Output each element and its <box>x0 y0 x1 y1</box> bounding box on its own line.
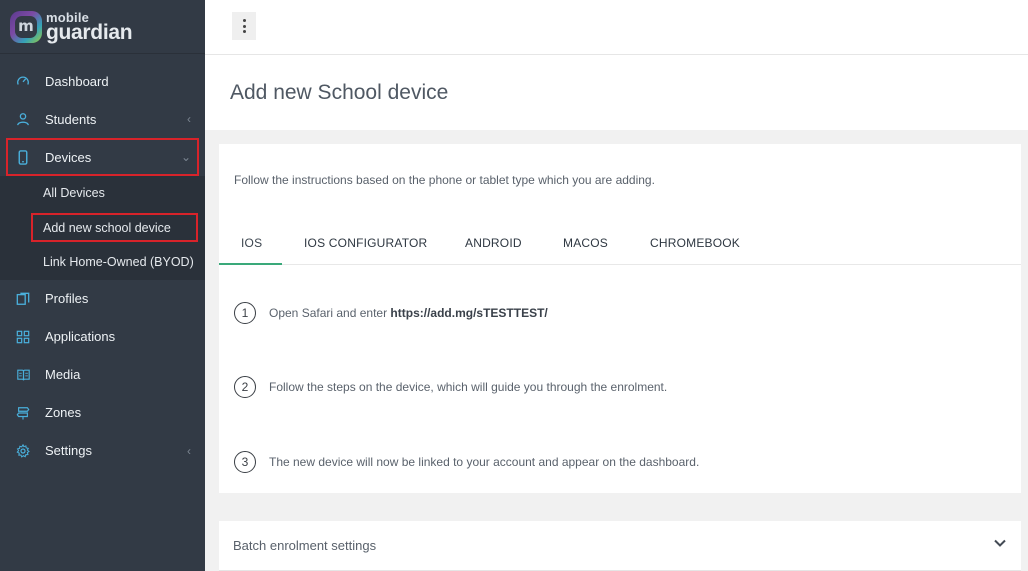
step-text: The new device will now be linked to you… <box>269 455 700 469</box>
sidebar-item-label: Zones <box>45 405 82 420</box>
chevron-down-icon: ⌄ <box>180 150 191 164</box>
tab-ios[interactable]: IOS <box>241 236 262 250</box>
submenu-item-all-devices[interactable]: All Devices <box>0 176 205 211</box>
batch-enrolment-label: Batch enrolment settings <box>233 538 377 553</box>
gear-settings-icon <box>15 443 31 459</box>
top-bar <box>205 0 1028 55</box>
sidebar-item-applications[interactable]: Applications <box>0 318 205 356</box>
intro-text: Follow the instructions based on the pho… <box>234 173 655 187</box>
step-item: 3 The new device will now be linked to y… <box>234 451 699 473</box>
submenu-item-add-new-school-device[interactable]: Add new school device <box>0 211 205 246</box>
student-user-icon <box>15 111 31 127</box>
sidebar-item-dashboard[interactable]: Dashboard <box>0 62 205 100</box>
batch-enrolment-panel[interactable]: Batch enrolment settings <box>219 521 1021 571</box>
submenu-label: All Devices <box>43 186 105 201</box>
sidebar-item-label: Applications <box>45 329 116 344</box>
chevron-left-icon: ‹ <box>187 112 191 126</box>
tab-chromebook[interactable]: CHROMEBOOK <box>650 236 740 250</box>
enrolment-url[interactable]: https://add.mg/sTESTTEST/ <box>390 306 547 320</box>
dashboard-gauge-icon <box>15 73 31 89</box>
device-type-tabs: IOS IOS CONFIGURATOR ANDROID MACOS CHROM… <box>219 224 1021 265</box>
sidebar-item-label: Students <box>45 111 97 127</box>
chevron-down-icon[interactable] <box>993 536 1007 550</box>
sidebar-item-label: Devices <box>45 149 92 165</box>
book-media-icon <box>15 367 31 383</box>
step-number: 2 <box>234 376 256 398</box>
profiles-copy-icon <box>15 291 31 307</box>
step-text: Follow the steps on the device, which wi… <box>269 380 668 394</box>
page-header: Add new School device <box>205 55 1028 130</box>
active-tab-indicator <box>219 263 282 265</box>
sidebar-item-label: Profiles <box>45 291 89 306</box>
step-item: 2 Follow the steps on the device, which … <box>234 376 667 398</box>
sidebar-item-devices[interactable]: Devices ⌄ <box>6 138 199 176</box>
devices-submenu: All Devices Add new school device Link H… <box>0 176 205 280</box>
step-number: 3 <box>234 451 256 473</box>
sidebar-item-label: Media <box>45 367 81 382</box>
submenu-item-link-byod[interactable]: Link Home-Owned (BYOD) <box>0 245 205 280</box>
step-item: 1 Open Safari and enter https://add.mg/s… <box>234 302 548 324</box>
instructions-card: Follow the instructions based on the pho… <box>219 144 1021 493</box>
logo-mark-icon: m <box>10 10 42 43</box>
step-text: Open Safari and enter https://add.mg/sTE… <box>269 306 548 320</box>
kebab-icon <box>242 18 246 34</box>
page-title: Add new School device <box>230 81 449 104</box>
submenu-label: Link Home-Owned (BYOD) <box>43 255 194 270</box>
tab-macos[interactable]: MACOS <box>563 236 608 250</box>
sidebar-item-students[interactable]: Students ‹ <box>0 100 205 138</box>
signpost-zones-icon <box>15 405 31 421</box>
sidebar-item-label: Settings <box>45 443 92 458</box>
brand-logo[interactable]: m mobile guardian <box>0 0 205 54</box>
tab-ios-configurator[interactable]: IOS CONFIGURATOR <box>304 236 427 250</box>
sidebar-nav: Dashboard Students ‹ Devices ⌄ All Devic… <box>0 54 205 470</box>
sidebar-item-zones[interactable]: Zones <box>0 394 205 432</box>
brand-name-bottom: guardian <box>46 20 133 44</box>
sidebar-item-label: Dashboard <box>45 73 109 89</box>
sidebar-item-media[interactable]: Media <box>0 356 205 394</box>
sidebar-item-profiles[interactable]: Profiles <box>0 280 205 318</box>
tab-android[interactable]: ANDROID <box>465 236 522 250</box>
sidebar-item-settings[interactable]: Settings ‹ <box>0 432 205 470</box>
step-number: 1 <box>234 302 256 324</box>
sidebar: m mobile guardian Dashboard Students ‹ D… <box>0 0 205 571</box>
more-menu-button[interactable] <box>232 12 256 40</box>
step-text-main: Open Safari and enter <box>269 306 391 320</box>
phone-device-icon <box>15 149 31 165</box>
grid-apps-icon <box>15 329 31 345</box>
chevron-left-icon: ‹ <box>187 443 191 458</box>
